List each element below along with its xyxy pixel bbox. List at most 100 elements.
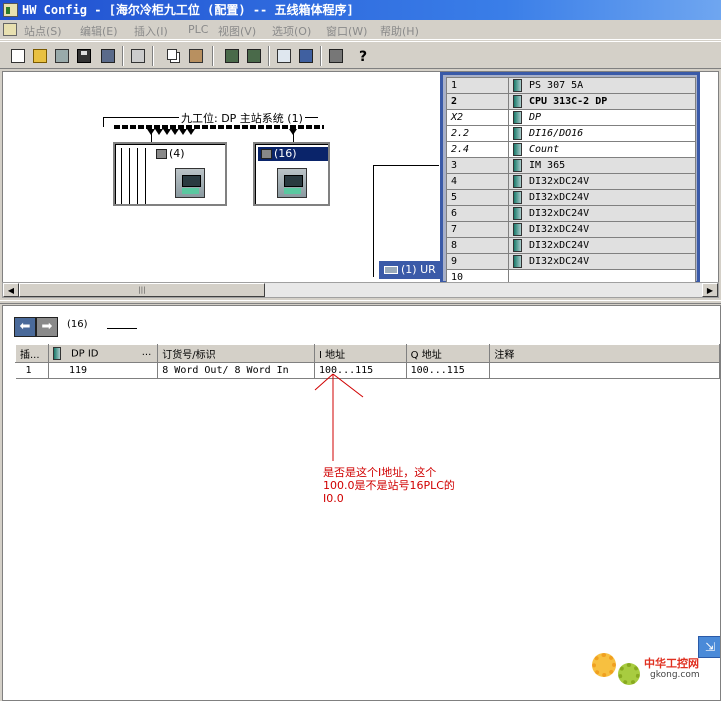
menu-insert[interactable]: 插入(I) (134, 23, 168, 39)
rack-slot-row[interactable]: 2 CPU 313C-2 DP (446, 93, 696, 110)
annotation-line: 是否是这个I地址，这个 (323, 466, 437, 479)
rack-module-name[interactable]: Count (508, 141, 696, 158)
rack-slot-number[interactable]: 3 (446, 157, 509, 174)
help-button[interactable]: ? (352, 46, 372, 66)
menu-edit[interactable]: 编辑(E) (80, 23, 118, 39)
save-button[interactable] (74, 46, 94, 66)
window-icon (299, 49, 313, 63)
rack-slot-row[interactable]: 7 DI32xDC24V (446, 221, 696, 238)
rack-title-tab[interactable]: (1) UR (379, 261, 441, 279)
print-button[interactable] (128, 46, 148, 66)
module-label: DP (529, 112, 542, 123)
slave-station-icon (261, 149, 272, 159)
download-icon (225, 49, 239, 63)
rack-slot-row[interactable]: 4 DI32xDC24V (446, 173, 696, 190)
rack-slot-number[interactable]: 1 (446, 77, 509, 94)
rack-slot-number[interactable]: 2.4 (446, 141, 509, 158)
rack-slot-number[interactable]: 4 (446, 173, 509, 190)
station-window[interactable]: 九工位: DP 主站系统 (1) (4) (16) (1) UR 1 PS 307… (2, 71, 719, 283)
rack-slot-row[interactable]: X2 DP (446, 109, 696, 126)
copy-button[interactable] (164, 46, 184, 66)
rack-slot-row[interactable]: 9 DI32xDC24V (446, 253, 696, 270)
gear-icon (618, 663, 640, 685)
rack-slot-row[interactable]: 5 DI32xDC24V (446, 189, 696, 206)
rack-module-name[interactable]: IM 365 (508, 157, 696, 174)
corner-download-button[interactable]: ⇲ (698, 636, 720, 658)
rack-module-name[interactable]: DI16/DO16 (508, 125, 696, 142)
menu-plc[interactable]: PLC (188, 23, 208, 36)
gear-icon (592, 653, 616, 677)
rack-slot-number[interactable]: 7 (446, 221, 509, 238)
rack-slot-row[interactable]: 2.2 DI16/DO16 (446, 125, 696, 142)
slave-header: (16) (258, 147, 328, 161)
rack-slot-number[interactable]: 8 (446, 237, 509, 254)
rack-module-name[interactable]: DI32xDC24V (508, 237, 696, 254)
plc-device-icon (277, 168, 307, 198)
dp-slave-16[interactable]: (16) (253, 142, 330, 206)
dp-slave-4[interactable]: (4) (113, 142, 227, 206)
annotation-line: 100.0是不是站号16PLC的 (323, 479, 455, 492)
scroll-left-button[interactable]: ◀ (3, 283, 19, 297)
rack-slot-number[interactable]: 5 (446, 189, 509, 206)
window-button[interactable] (296, 46, 316, 66)
pane-splitter[interactable] (0, 300, 721, 304)
horizontal-scrollbar[interactable]: ◀ ||| ▶ (2, 282, 719, 298)
rack-slot-number[interactable]: 9 (446, 253, 509, 270)
rack-slot-row[interactable]: 8 DI32xDC24V (446, 237, 696, 254)
bus-connector-icon (155, 129, 163, 135)
network-icon (55, 49, 69, 63)
rack-module-name[interactable]: DI32xDC24V (508, 189, 696, 206)
rack-module-name[interactable]: DP (508, 109, 696, 126)
dp-master-system-label[interactable]: 九工位: DP 主站系统 (1) (179, 110, 305, 126)
rack-module-name[interactable]: DI32xDC24V (508, 173, 696, 190)
rack-module-name[interactable]: PS 307 5A (508, 77, 696, 94)
rack-slot-number[interactable]: 6 (446, 205, 509, 222)
download-button[interactable] (222, 46, 242, 66)
rack-module-name[interactable] (508, 269, 696, 282)
menu-options[interactable]: 选项(O) (272, 23, 311, 39)
rack-slot-number[interactable]: X2 (446, 109, 509, 126)
open-button[interactable] (30, 46, 50, 66)
rack-module-name[interactable]: DI32xDC24V (508, 205, 696, 222)
plc-device-icon (175, 168, 205, 198)
rack-module-name[interactable]: DI32xDC24V (508, 253, 696, 270)
rack-slot-row[interactable]: 6 DI32xDC24V (446, 205, 696, 222)
rack-slot-number[interactable]: 2 (446, 93, 509, 110)
upload-button[interactable] (244, 46, 264, 66)
module-icon (513, 223, 522, 236)
menu-window[interactable]: 窗口(W) (326, 23, 367, 39)
annotation-note: 是否是这个I地址，这个 100.0是不是站号16PLC的 I0.0 (323, 466, 473, 505)
dp-master-line (103, 117, 104, 127)
catalog-icon (277, 49, 291, 63)
rack-slot-number[interactable]: 10 (446, 269, 509, 282)
scroll-right-button[interactable]: ▶ (702, 283, 718, 297)
menu-view[interactable]: 视图(V) (218, 23, 256, 39)
accessible-nodes-button[interactable] (52, 46, 72, 66)
module-label: Count (529, 144, 560, 155)
title-bar: HW Config - [海尔冷柜九工位 (配置) -- 五线箱体程序] (0, 0, 721, 20)
app-icon[interactable] (3, 3, 18, 17)
scroll-thumb[interactable]: ||| (19, 283, 265, 297)
menu-help[interactable]: 帮助(H) (380, 23, 419, 39)
document-icon[interactable] (3, 23, 17, 36)
rack-slot-row[interactable]: 1 PS 307 5A (446, 77, 696, 94)
rack-slot-row[interactable]: 10 (446, 269, 696, 282)
new-button[interactable] (8, 46, 28, 66)
rack-title: (1) UR (401, 263, 436, 276)
module-label: DI16/DO16 (529, 128, 584, 139)
network-config-button[interactable] (326, 46, 346, 66)
save-icon (77, 49, 91, 63)
module-label: DI32xDC24V (529, 256, 590, 267)
module-icon (513, 239, 522, 252)
rack-module-name[interactable]: CPU 313C-2 DP (508, 93, 696, 110)
catalog-button[interactable] (274, 46, 294, 66)
module-label: DI32xDC24V (529, 208, 590, 219)
rack-slot-row[interactable]: 3 IM 365 (446, 157, 696, 174)
rack-module-name[interactable]: DI32xDC24V (508, 221, 696, 238)
rack-slot-row[interactable]: 2.4 Count (446, 141, 696, 158)
menu-station[interactable]: 站点(S) (24, 23, 62, 39)
rack-slot-number[interactable]: 2.2 (446, 125, 509, 142)
save-compile-button[interactable] (98, 46, 118, 66)
detail-view[interactable]: ⬅ ➡ (16) 插... DP ID... 订货号/标识 I 地址 Q 地址 … (2, 305, 721, 701)
paste-button[interactable] (186, 46, 206, 66)
